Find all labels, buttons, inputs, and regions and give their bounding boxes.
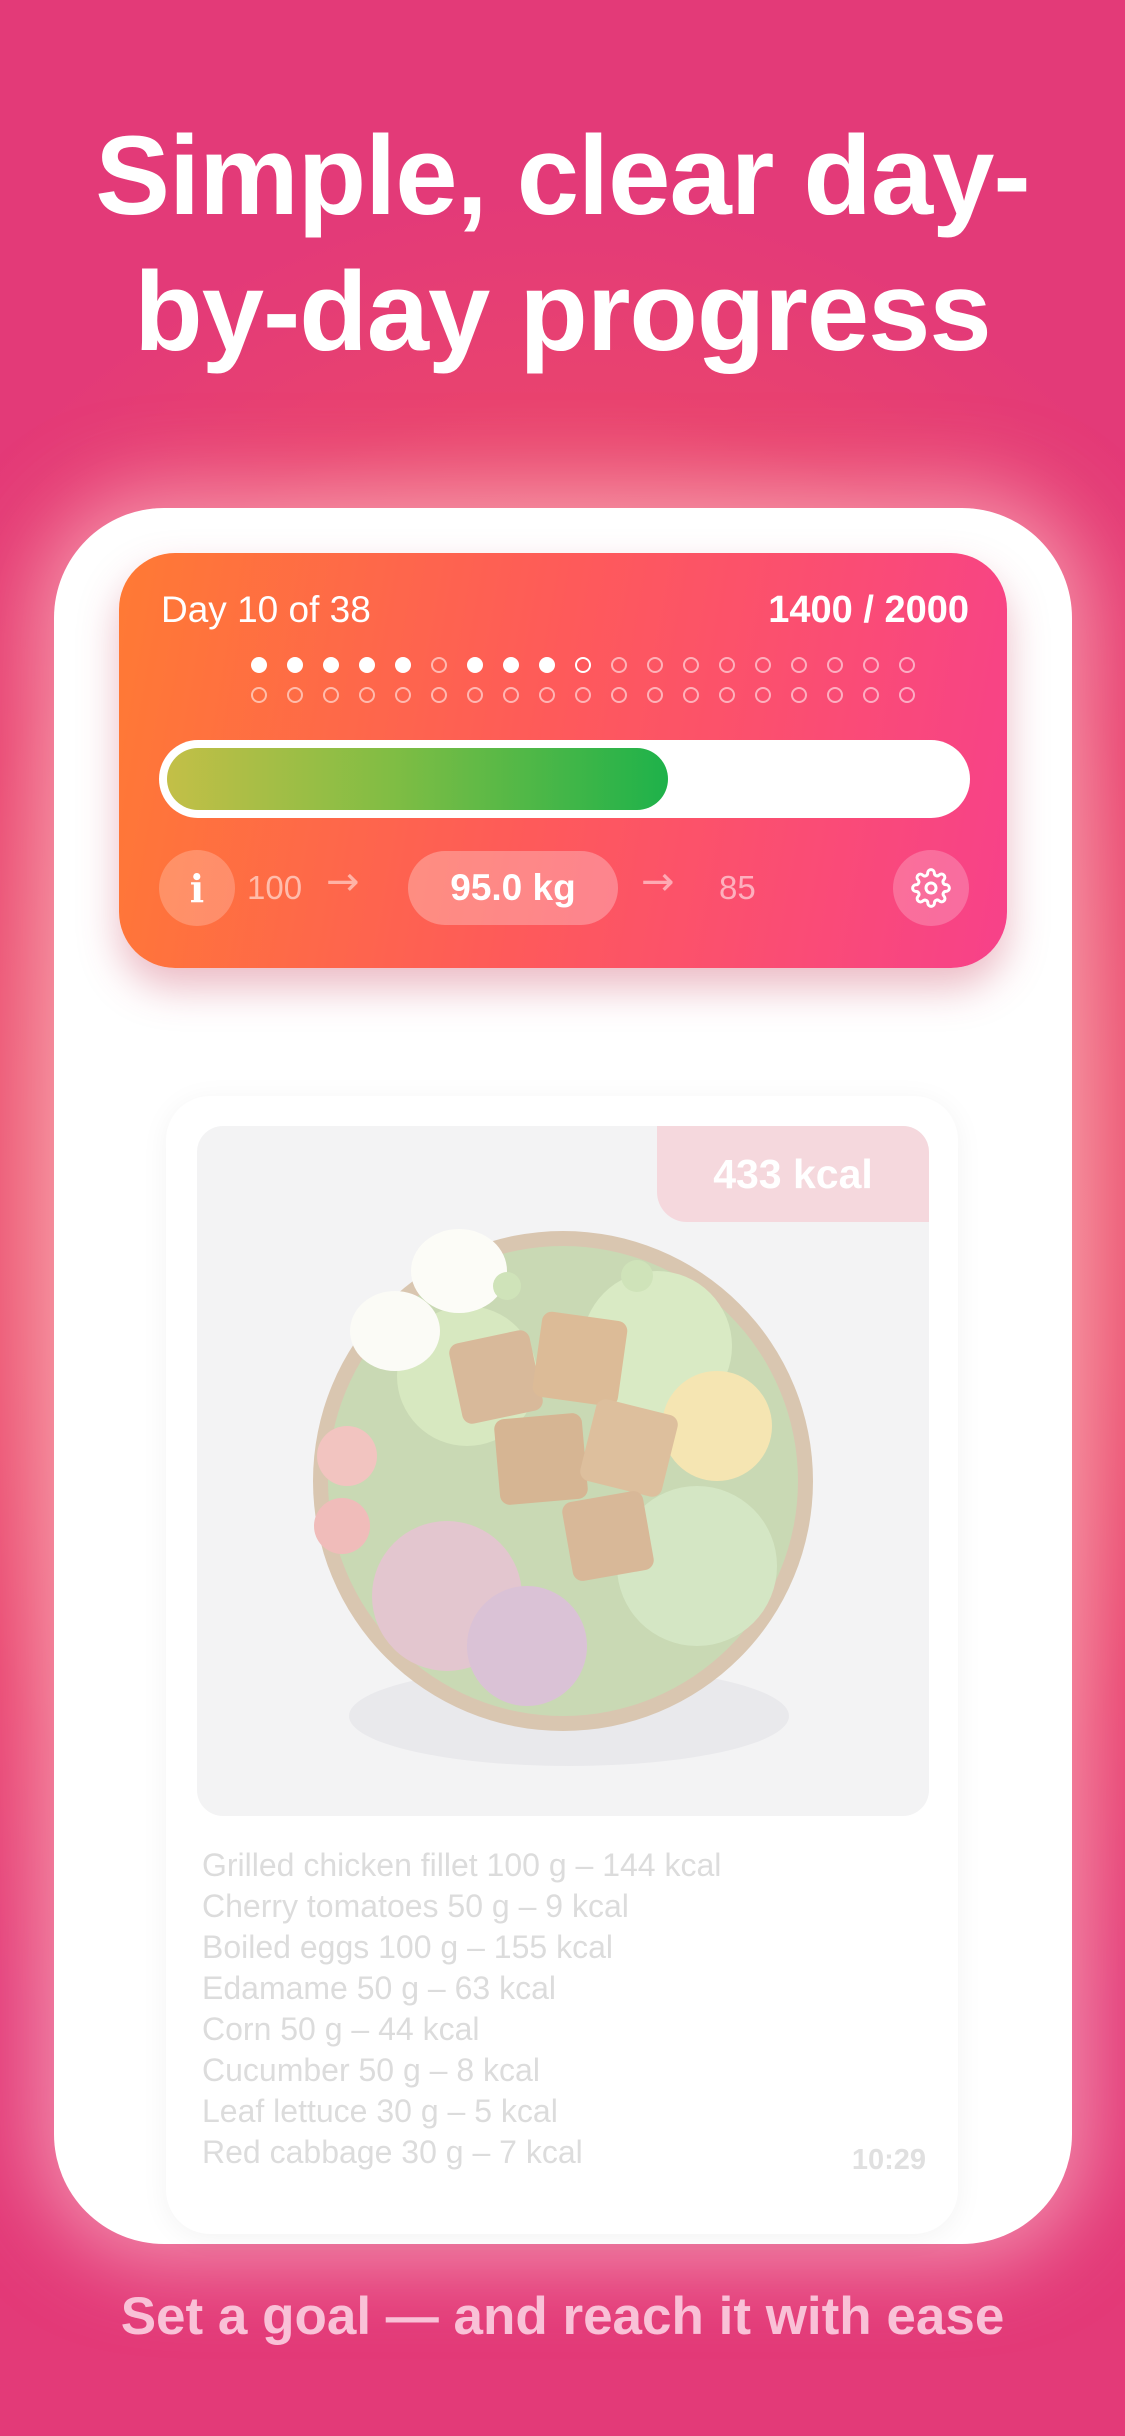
arrow-icon: → [641,859,675,905]
ingredient-item: Boiled eggs 100 g – 155 kcal [202,1929,613,1965]
ingredient-item: Edamame 50 g – 63 kcal [202,1970,556,2006]
kcal-badge: 433 kcal [657,1126,929,1222]
day-dot-27 [503,687,519,703]
day-dot-10 [575,657,591,673]
day-dot-7 [467,657,483,673]
day-dot-row [251,657,915,673]
day-dot-8 [503,657,519,673]
calorie-progress-fill [167,748,668,810]
day-dot-12 [647,657,663,673]
day-dot-35 [791,687,807,703]
day-dot-11 [611,657,627,673]
gear-icon [911,868,951,908]
day-dot-3 [323,657,339,673]
day-dot-26 [467,687,483,703]
ingredient-item: Grilled chicken fillet 100 g – 144 kcal [202,1847,722,1883]
day-dot-21 [287,687,303,703]
day-dot-37 [863,687,879,703]
ingredient-list: Grilled chicken fillet 100 g – 144 kcal C… [202,1845,721,2173]
day-dot-13 [683,657,699,673]
progress-card: Day 10 of 38 1400 / 2000 i 100 → 95.0 kg… [119,553,1007,968]
ingredient-item: Corn 50 g – 44 kcal [202,2011,480,2047]
calorie-counter: 1400 / 2000 [768,589,969,631]
day-dot-30 [611,687,627,703]
day-dot-9 [539,657,555,673]
day-dot-18 [863,657,879,673]
footer-tagline: Set a goal — and reach it with ease [120,2287,1005,2346]
arrow-icon: → [326,859,360,905]
current-weight-button[interactable]: 95.0 kg [408,851,618,925]
day-dot-24 [395,687,411,703]
info-icon: i [189,865,205,911]
settings-button[interactable] [893,850,969,926]
meal-card[interactable]: 433 kcal Grilled chicken fillet 100 g – … [166,1096,958,2234]
day-dot-29 [575,687,591,703]
day-dot-14 [719,657,735,673]
day-dot-row [251,687,915,703]
day-dot-4 [359,657,375,673]
day-dot-6 [431,657,447,673]
day-dot-22 [323,687,339,703]
day-dot-31 [647,687,663,703]
meal-time: 10:29 [851,2144,926,2176]
ingredient-item: Cucumber 50 g – 8 kcal [202,2052,540,2088]
day-dot-28 [539,687,555,703]
day-dot-32 [683,687,699,703]
day-dot-1 [251,657,267,673]
meal-photo: 433 kcal [197,1126,929,1816]
day-dots [251,657,915,717]
day-dot-5 [395,657,411,673]
day-dot-2 [287,657,303,673]
ingredient-item: Cherry tomatoes 50 g – 9 kcal [202,1888,629,1924]
day-dot-17 [827,657,843,673]
day-dot-19 [899,657,915,673]
day-counter: Day 10 of 38 [161,589,371,630]
day-dot-16 [791,657,807,673]
day-dot-38 [899,687,915,703]
day-dot-33 [719,687,735,703]
start-weight: 100 [247,869,303,906]
day-dot-25 [431,687,447,703]
info-button[interactable]: i [159,850,235,926]
ingredient-item: Leaf lettuce 30 g – 5 kcal [202,2093,558,2129]
day-dot-15 [755,657,771,673]
day-dot-20 [251,687,267,703]
calorie-progress-bar [159,740,970,818]
salad-bowl-image [313,1229,813,1766]
day-dot-23 [359,687,375,703]
goal-weight: 85 [719,869,756,906]
day-dot-34 [755,687,771,703]
headline-line-2: by-day progress [134,249,991,374]
headline: Simple, clear day- by-day progress [0,108,1125,380]
ingredient-item: Red cabbage 30 g – 7 kcal [202,2134,583,2170]
day-dot-36 [827,687,843,703]
headline-line-1: Simple, clear day- [95,113,1030,238]
